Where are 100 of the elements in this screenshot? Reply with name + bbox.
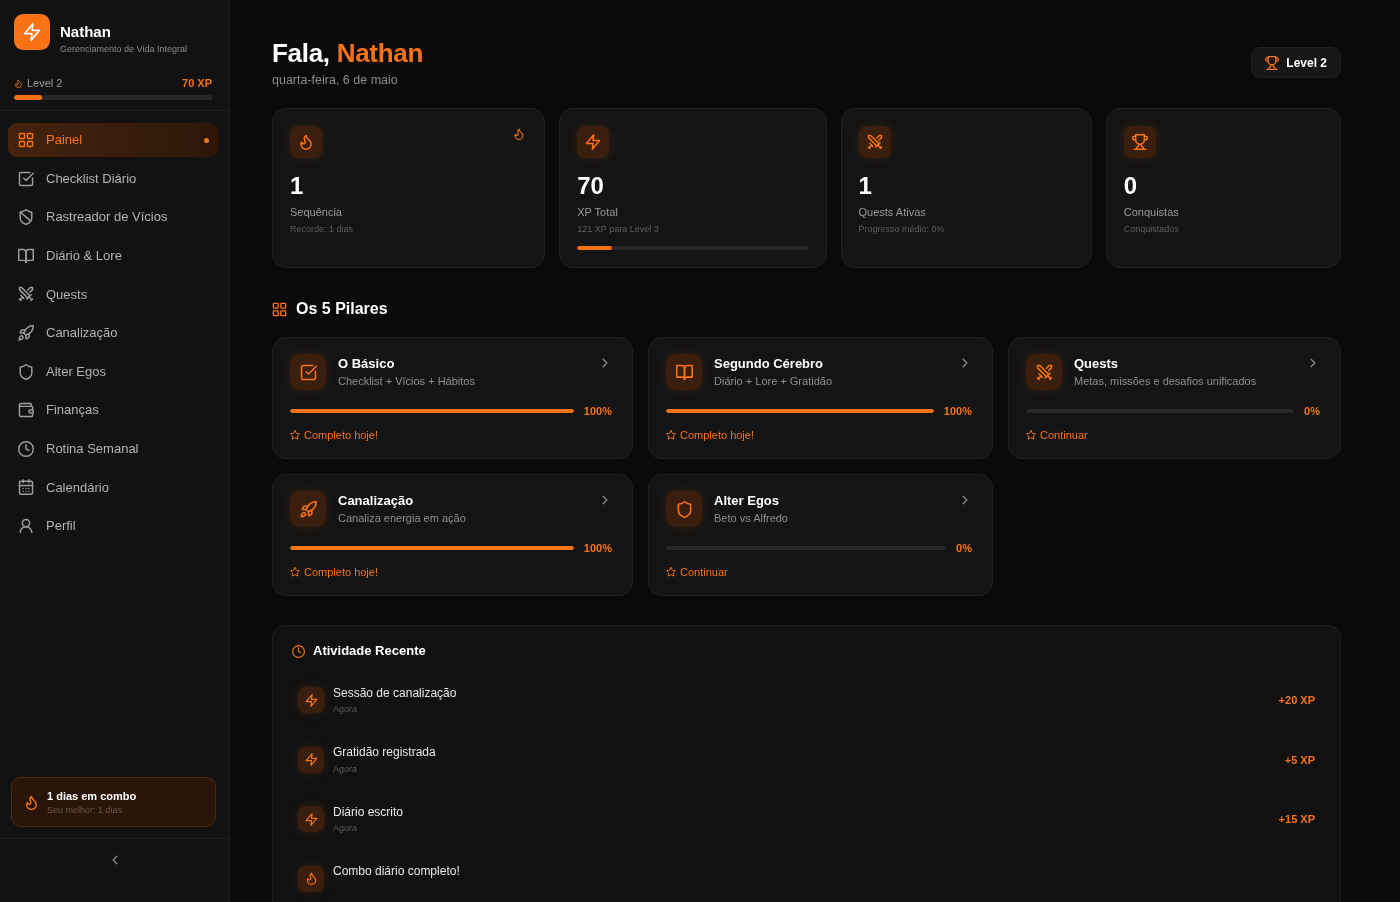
activity-title: Gratidão registrada — [333, 745, 436, 760]
nav-item[interactable]: Canalização — [8, 315, 219, 350]
pillar-subtitle: Metas, missões e desafios unificados — [1074, 373, 1257, 388]
flame-icon — [14, 78, 23, 88]
checkbox-icon — [18, 170, 34, 187]
shield-icon — [666, 491, 702, 527]
pillar-card[interactable]: Quests Metas, missões e desafios unificados 0% Continuar — [1008, 337, 1341, 459]
stat-value: 1 — [290, 172, 305, 200]
grid-icon — [18, 132, 34, 148]
stat-detail: 121 XP para Level 3 — [577, 223, 660, 235]
nav-item[interactable]: Quests — [8, 277, 219, 312]
pillar-subtitle: Diário + Lore + Gratidão — [714, 373, 832, 388]
bolt-icon — [298, 746, 324, 773]
pillar-card[interactable]: Canalização Canaliza energia em ação 100% Completo hoje! — [272, 474, 633, 596]
rocket-icon — [290, 491, 326, 527]
progress-percent: 100% — [583, 403, 612, 418]
status-text: Continuar — [680, 565, 728, 579]
star-icon — [1026, 430, 1036, 440]
nav-item[interactable]: Finanças — [8, 393, 219, 428]
nav-item[interactable]: Checklist Diário — [8, 161, 219, 196]
nav-item[interactable]: Diário & Lore — [8, 238, 219, 273]
nav-item[interactable]: Painel — [8, 123, 219, 157]
level-badge: Level 2 — [1251, 47, 1341, 78]
stat-label: Sequência — [290, 205, 343, 219]
xp-total: 70 XP — [182, 76, 212, 90]
activity-time: Agora — [333, 762, 359, 775]
grid-icon — [272, 301, 287, 317]
activity-title: Combo diário completo! — [333, 864, 460, 879]
star-icon — [290, 567, 300, 577]
pillar-title: Segundo Cérebro — [714, 355, 825, 372]
bolt-icon — [298, 687, 324, 713]
nav-item[interactable]: Alter Egos — [8, 354, 219, 389]
pillar-subtitle: Checklist + Vícios + Hábitos — [338, 373, 475, 388]
nav-item[interactable]: Rotina Semanal — [8, 431, 219, 466]
trophy-icon — [1123, 126, 1156, 158]
bolt-logo-icon — [14, 14, 50, 50]
activity-title: Diário escrito — [333, 804, 404, 820]
pillar-title: O Básico — [338, 355, 396, 372]
star-icon — [666, 567, 676, 577]
pillar-subtitle: Canaliza energia em ação — [338, 510, 466, 525]
stat-label: Quests Ativas — [858, 205, 927, 219]
status-text: Completo hoje! — [680, 428, 754, 442]
stat-value: 1 — [858, 172, 873, 200]
nav-item[interactable]: Perfil — [8, 508, 219, 543]
pillar-subtitle: Beto vs Alfredo — [714, 510, 788, 525]
trophy-icon — [1265, 55, 1280, 70]
flame-icon — [24, 794, 39, 810]
brand-name: Nathan — [60, 23, 112, 41]
xp-reward: +5 XP — [1284, 752, 1315, 767]
status-text: Completo hoje! — [304, 565, 378, 579]
stat-detail: Progresso médio: 0% — [858, 223, 946, 235]
wallet-icon — [18, 402, 34, 419]
pillar-title: Quests — [1074, 355, 1120, 372]
progress-percent: 0% — [1304, 403, 1320, 418]
date-text: quarta-feira, 6 de maio — [272, 72, 399, 88]
chevron-right-icon — [600, 358, 610, 368]
stat-value: 70 — [577, 172, 605, 200]
nav-item[interactable]: Calendário — [8, 470, 219, 505]
status-text: Continuar — [1040, 428, 1088, 442]
activity-time: Agora — [333, 703, 359, 715]
activity-heading: Atividade Recente — [313, 643, 426, 659]
activity-time: Agora — [333, 822, 359, 834]
pillar-card[interactable]: O Básico Checklist + Vícios + Hábitos 100% Completo hoje! — [272, 337, 633, 459]
shield-icon — [18, 363, 34, 380]
nav-item[interactable]: Rastreador de Vícios — [8, 200, 219, 235]
greeting-title: Fala, Nathan — [272, 37, 423, 69]
rocket-icon — [18, 324, 34, 341]
shield-slash-icon — [18, 209, 34, 226]
clock-icon — [292, 644, 305, 658]
flame-icon — [298, 865, 324, 892]
progress-percent: 100% — [583, 540, 612, 555]
calendar-icon — [18, 479, 34, 496]
pillar-title: Alter Egos — [714, 492, 780, 509]
progress-percent: 0% — [956, 540, 972, 555]
xp-reward: +15 XP — [1278, 812, 1315, 826]
user-icon — [18, 517, 34, 534]
swords-icon — [1026, 354, 1062, 390]
star-icon — [290, 430, 300, 440]
status-text: Completo hoje! — [304, 428, 378, 442]
section-title: Os 5 Pilares — [296, 299, 388, 319]
chevron-right-icon — [960, 495, 970, 505]
stat-value: 0 — [1123, 172, 1139, 200]
bolt-icon — [298, 806, 324, 832]
bolt-icon — [577, 126, 610, 158]
pillar-title: Canalização — [338, 492, 415, 509]
level-label: Level 2 — [27, 76, 63, 90]
stat-detail: Recorde: 1 dias — [290, 223, 355, 235]
book-icon — [18, 247, 34, 264]
brand-tagline: Gerenciamento de Vida Integral — [60, 43, 187, 55]
stat-label: XP Total — [577, 205, 619, 219]
pillar-card[interactable]: Segundo Cérebro Diário + Lore + Gratidão 100% Completo hoje! — [648, 337, 993, 459]
stat-detail: Conquistados — [1123, 223, 1180, 235]
swords-icon — [858, 126, 891, 158]
chevron-right-icon — [1308, 358, 1318, 368]
xp-reward: +20 XP — [1278, 693, 1315, 707]
activity-title: Sessão de canalização — [333, 685, 457, 701]
stat-label: Conquistas — [1123, 205, 1180, 219]
progress-percent: 100% — [943, 403, 972, 418]
flame-icon — [513, 128, 526, 140]
pillar-card[interactable]: Alter Egos Beto vs Alfredo 0% Continuar — [648, 474, 993, 596]
